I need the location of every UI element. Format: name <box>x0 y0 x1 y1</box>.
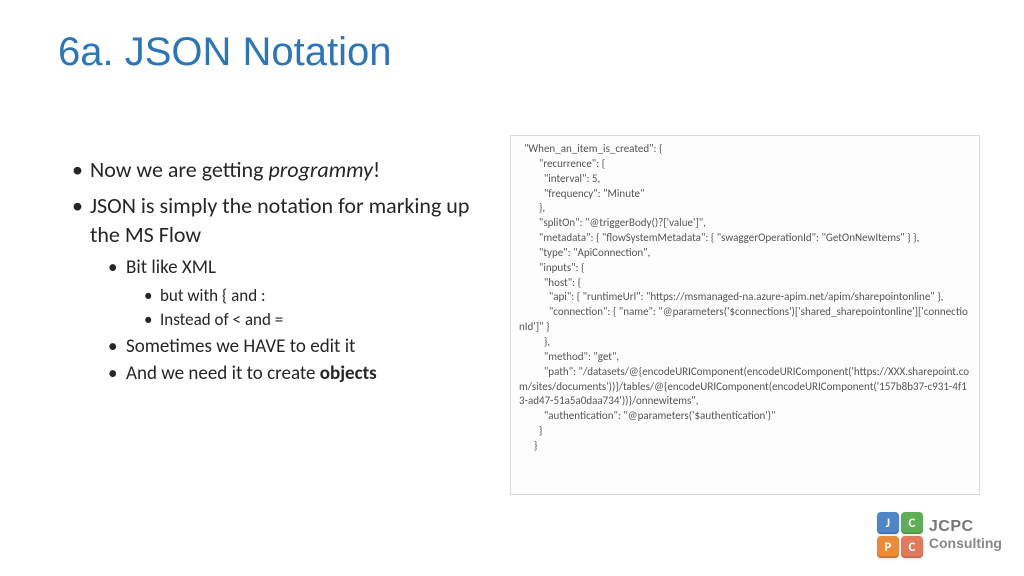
bullet-2-3-text-a: And we need it to create <box>126 362 320 385</box>
bullet-1-emph: programmy <box>268 156 373 183</box>
company-logo: J C P C JCPC Consulting <box>877 512 1002 558</box>
bullet-2-1-text: Bit like XML <box>126 256 216 279</box>
bullet-2-1-2: Instead of < and = <box>144 308 492 333</box>
body-content: Now we are getting programmy! JSON is si… <box>72 155 492 394</box>
bullet-1-text-b: ! <box>373 156 380 183</box>
bullet-2: JSON is simply the notation for marking … <box>72 191 492 388</box>
bullet-1: Now we are getting programmy! <box>72 155 492 185</box>
logo-line-1: JCPC <box>929 519 1002 536</box>
bullet-2-1-1: but with { and : <box>144 284 492 309</box>
slide: 6a. JSON Notation Now we are getting pro… <box>0 0 1024 576</box>
logo-tiles: J C P C <box>877 512 923 558</box>
logo-tile-c: C <box>901 512 923 534</box>
logo-tile-c2: C <box>901 536 923 558</box>
logo-text: JCPC Consulting <box>929 519 1002 550</box>
bullet-1-text-a: Now we are getting <box>90 156 268 183</box>
bullet-2-3-bold: objects <box>320 362 377 385</box>
logo-tile-j: J <box>877 512 899 534</box>
bullet-2-text: JSON is simply the notation for marking … <box>90 192 469 249</box>
code-sample: "When_an_item_is_created": { "recurrence… <box>510 135 980 495</box>
bullet-2-3: And we need it to create objects <box>108 360 492 388</box>
bullet-2-1: Bit like XML but with { and : Instead of… <box>108 254 492 333</box>
bullet-2-2: Sometimes we HAVE to edit it <box>108 333 492 361</box>
logo-tile-p: P <box>877 536 899 558</box>
slide-title: 6a. JSON Notation <box>58 30 392 75</box>
logo-line-2: Consulting <box>929 536 1002 551</box>
